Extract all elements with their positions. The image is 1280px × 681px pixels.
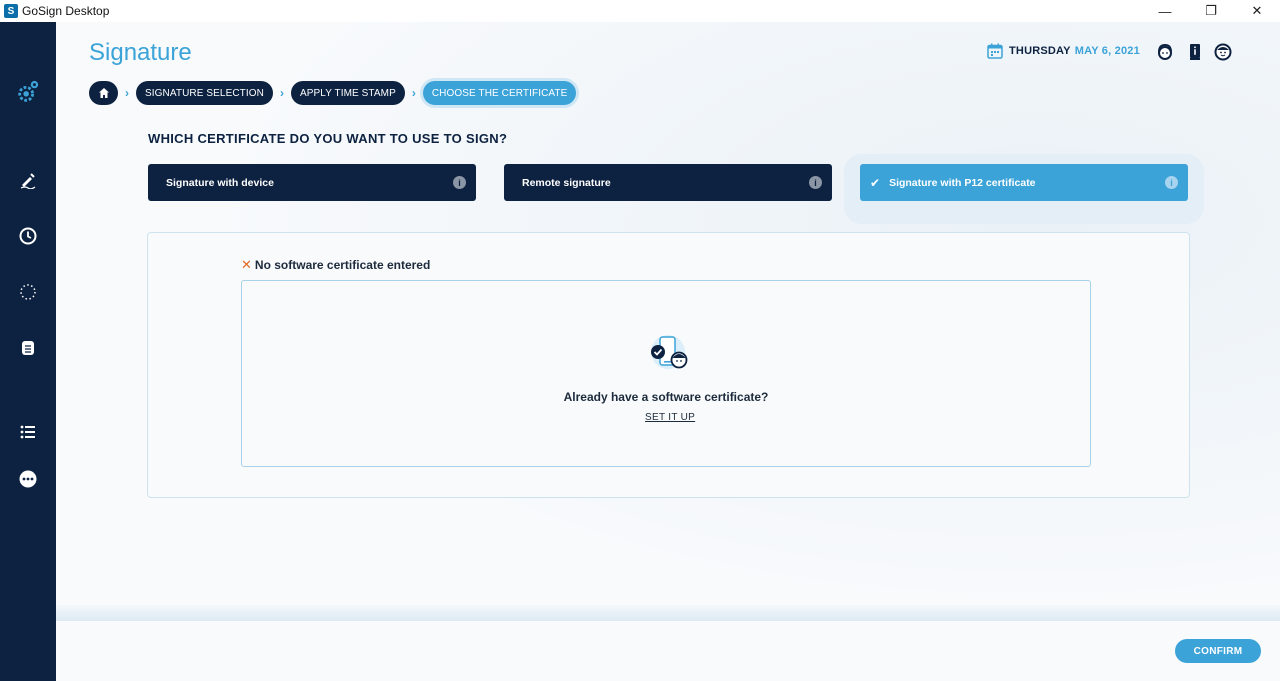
breadcrumb-home[interactable] (89, 81, 118, 105)
breadcrumb-chevron-icon: › (125, 86, 129, 100)
certificate-question: WHICH CERTIFICATE DO YOU WANT TO USE TO … (148, 131, 508, 146)
loading-spinner-icon[interactable] (16, 280, 40, 304)
window-titlebar: S GoSign Desktop — ❐ ✕ (0, 0, 1280, 22)
support-agent-icon[interactable] (1156, 43, 1174, 61)
list-icon[interactable] (16, 420, 40, 444)
breadcrumb-signature-selection[interactable]: SIGNATURE SELECTION (136, 81, 273, 105)
certificate-empty-state: Already have a software certificate? SET… (241, 280, 1091, 467)
option-signature-with-p12-certificate[interactable]: ✔ Signature with P12 certificate i (860, 164, 1188, 201)
settings-gear-icon[interactable] (16, 80, 40, 104)
page-title: Signature (89, 39, 192, 66)
option-label: Remote signature (522, 176, 611, 189)
warning-x-icon: ✕ (241, 257, 252, 272)
option-label: Signature with P12 certificate (889, 176, 1036, 189)
restore-button[interactable]: ❐ (1188, 0, 1234, 22)
sidebar (0, 22, 56, 681)
breadcrumb-chevron-icon: › (279, 86, 284, 100)
info-icon[interactable]: i (1165, 176, 1178, 189)
user-avatar-icon[interactable] (1214, 43, 1232, 61)
window-controls: — ❐ ✕ (1142, 0, 1280, 22)
already-have-certificate-text: Already have a software certificate? (563, 390, 769, 404)
history-clock-icon[interactable] (16, 224, 40, 248)
document-stack-icon[interactable] (16, 336, 40, 360)
confirm-button[interactable]: CONFIRM (1175, 639, 1261, 663)
info-icon[interactable]: i (809, 176, 822, 189)
certificate-phone-illustration-icon (651, 335, 688, 369)
minimize-button[interactable]: — (1142, 0, 1188, 22)
no-certificate-warning: ✕ No software certificate entered (241, 257, 430, 273)
set-it-up-link[interactable]: SET IT UP (645, 412, 695, 423)
gosign-app-icon: S (4, 4, 18, 18)
option-signature-with-device[interactable]: Signature with device i (148, 164, 476, 201)
breadcrumb-choose-certificate[interactable]: CHOOSE THE CERTIFICATE (422, 81, 577, 105)
breadcrumb: › SIGNATURE SELECTION › APPLY TIME STAMP… (89, 81, 577, 105)
date-display: THURSDAY MAY 6, 2021 (987, 43, 1140, 59)
info-book-icon[interactable] (1186, 43, 1204, 61)
main-content: Signature THURSDAY MAY 6, 2021 › SIGNATU… (56, 22, 1280, 681)
warning-text: No software certificate entered (254, 258, 431, 272)
info-icon[interactable]: i (453, 176, 466, 189)
signature-pen-icon[interactable] (16, 168, 40, 192)
option-label: Signature with device (166, 176, 274, 189)
option-remote-signature[interactable]: Remote signature i (504, 164, 832, 201)
home-icon (98, 88, 109, 98)
more-options-icon[interactable] (16, 467, 40, 491)
breadcrumb-chevron-icon: › (411, 86, 416, 100)
date-value: MAY 6, 2021 (1074, 45, 1140, 57)
window-title: GoSign Desktop (22, 4, 110, 18)
date-day: THURSDAY (1009, 45, 1071, 57)
check-icon: ✔ (870, 175, 881, 190)
footer-bar (56, 621, 1280, 681)
footer-divider (56, 605, 1280, 621)
close-button[interactable]: ✕ (1234, 0, 1280, 22)
calendar-icon (987, 43, 1003, 59)
breadcrumb-apply-time-stamp[interactable]: APPLY TIME STAMP (290, 81, 405, 105)
